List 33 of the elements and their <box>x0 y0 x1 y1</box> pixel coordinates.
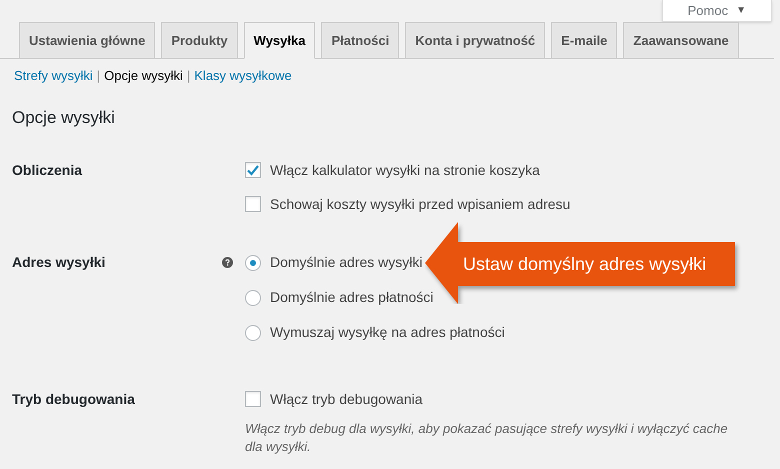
radio-label: Wymuszaj wysyłkę na adres płatności <box>270 323 505 342</box>
radio-button[interactable] <box>245 254 261 270</box>
setting-label: Adres wysyłki <box>12 252 106 272</box>
setting-description: Włącz tryb debug dla wysyłki, aby pokazać pasujące strefy wysyłki i wyłączyć cache dla wysyłki. <box>245 420 729 456</box>
subnav-link[interactable]: Strefy wysyłki <box>14 66 93 86</box>
radio-label: Domyślnie adres płatności <box>270 288 434 307</box>
separator: | <box>96 66 100 85</box>
tab[interactable]: Wysyłka <box>244 22 316 59</box>
checkbox[interactable] <box>245 162 261 178</box>
tab[interactable]: E-maile <box>551 22 618 58</box>
help-icon[interactable] <box>222 256 233 268</box>
tab[interactable]: Produkty <box>161 22 238 58</box>
tab[interactable]: Konta i prywatność <box>405 22 546 58</box>
checkbox[interactable] <box>245 391 261 407</box>
checkbox[interactable] <box>245 196 261 212</box>
section-title: Opcje wysyłki <box>12 107 116 130</box>
tab[interactable]: Zaawansowane <box>623 22 739 58</box>
setting-label: Tryb debugowania <box>12 390 135 409</box>
radio-label: Domyślnie adres wysyłki <box>270 253 422 272</box>
help-button[interactable]: Pomoc ▼ <box>662 0 772 22</box>
checkbox-label: Schowaj koszty wysyłki przed wpisaniem adresu <box>270 194 570 214</box>
tab[interactable]: Płatności <box>321 22 400 58</box>
radio-button[interactable] <box>245 324 261 340</box>
subnav-link[interactable]: Opcje wysyłki <box>104 66 183 86</box>
separator: | <box>186 66 190 85</box>
tab[interactable]: Ustawienia główne <box>19 22 156 58</box>
checkbox-label: Włącz kalkulator wysyłki na stronie koszyka <box>270 160 540 180</box>
checkmark-icon <box>246 163 260 177</box>
checkbox-label: Włącz tryb debugowania <box>270 390 423 409</box>
subnav-link[interactable]: Klasy wysyłkowe <box>194 66 292 86</box>
setting-label: Obliczenia <box>12 160 82 180</box>
radio-button[interactable] <box>245 290 261 306</box>
caret-icon: ▼ <box>736 3 746 18</box>
